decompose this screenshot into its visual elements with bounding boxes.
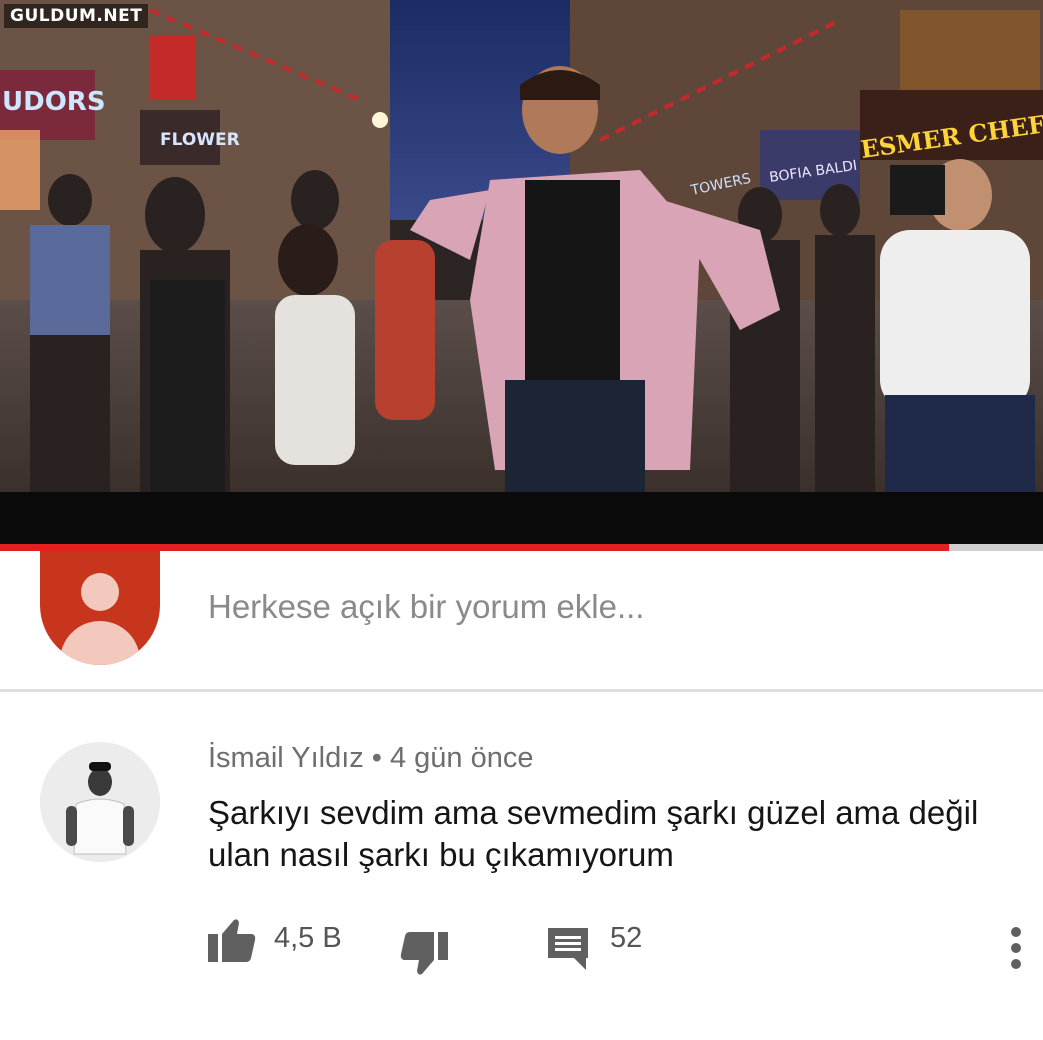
meta-separator: •	[371, 742, 382, 774]
video-player[interactable]: UDORS FLOWER ESMER CHEF BOFIA BALDI TOWE…	[0, 0, 1043, 544]
like-count: 4,5 B	[274, 922, 342, 954]
youtube-mobile-screen: UDORS FLOWER ESMER CHEF BOFIA BALDI TOWE…	[0, 0, 1043, 1040]
comment-item: İsmail Yıldız • 4 gün önce Şarkıyı sevdim …	[0, 692, 1043, 1040]
commenter-avatar[interactable]	[40, 742, 160, 862]
reply-count: 52	[610, 922, 643, 954]
comment-time: 4 gün önce	[389, 742, 534, 774]
user-avatar-icon[interactable]	[40, 551, 160, 665]
video-progress-bar[interactable]	[0, 544, 1043, 551]
thumb-up-icon[interactable]	[208, 918, 256, 964]
comment-text: Şarkıyı sevdim ama sevmedim şarkı güzel …	[208, 794, 979, 873]
video-frame[interactable]: UDORS FLOWER ESMER CHEF BOFIA BALDI TOWE…	[0, 0, 1043, 492]
comment-icon[interactable]	[546, 926, 590, 970]
comment-author[interactable]: İsmail Yıldız	[208, 742, 364, 774]
add-comment-row	[0, 551, 1043, 690]
watermark: GULDUM.NET	[4, 4, 149, 28]
sign-left: UDORS	[2, 87, 106, 117]
video-progress-fill	[0, 544, 950, 551]
more-vertical-icon[interactable]	[1004, 924, 1028, 972]
thumb-down-icon[interactable]	[400, 930, 448, 976]
comment-actions: 4,5 B 52	[0, 918, 1043, 978]
comment-input[interactable]	[208, 585, 968, 629]
comment-meta: İsmail Yıldız • 4 gün önce	[208, 742, 533, 775]
sign-flower: FLOWER	[160, 130, 240, 150]
video-letterbox	[0, 492, 1043, 544]
